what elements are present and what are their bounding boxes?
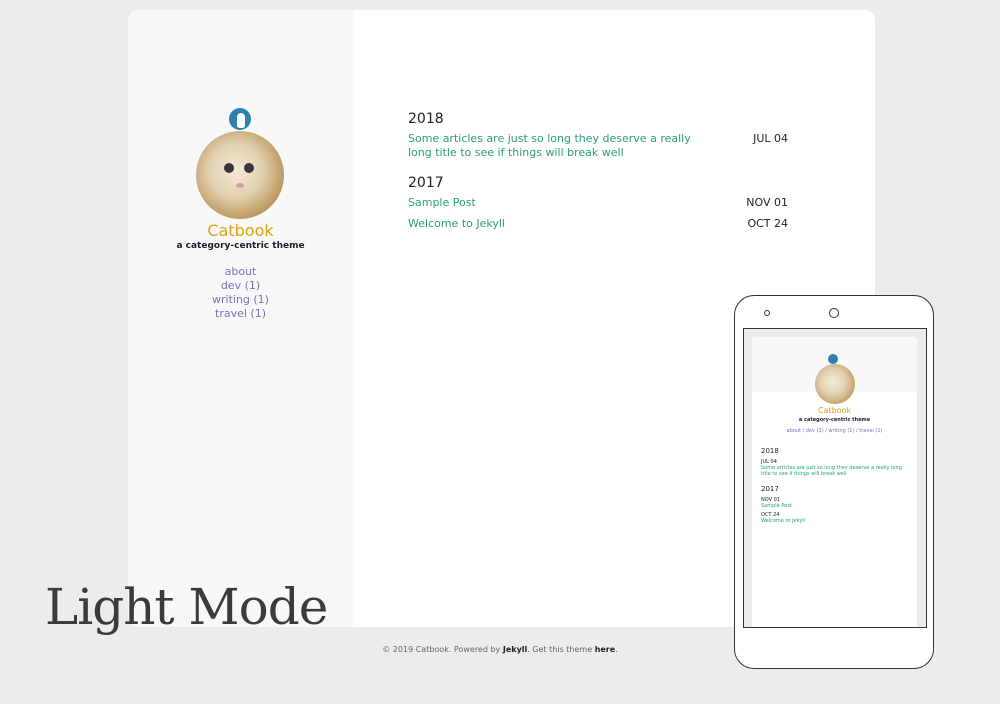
phone-sensor [764,310,770,316]
year-heading-2018: 2018 [408,111,444,127]
jekyll-link[interactable]: Jekyll [503,645,527,654]
footer-middle: . Get this theme [527,645,595,654]
mobile-post-title: Some articles are just so long they dese… [761,465,902,477]
cat-eye-right [244,163,254,173]
post-title-link[interactable]: Welcome to Jekyll [408,217,708,231]
mobile-nav: about / dev (1) / writing (1) / travel (… [786,428,883,434]
post-archive: 2018 Some articles are just so long they… [408,110,788,238]
mobile-cat-avatar [815,364,855,404]
nav-item-about[interactable]: about [128,265,353,279]
year-heading-2017: 2017 [408,175,444,191]
mobile-year-heading: 2017 [761,485,779,493]
post-date: NOV 01 [746,196,788,209]
cat-avatar[interactable] [196,131,284,219]
footer-end: . [615,645,618,654]
mobile-post-archive: 2018 JUL 04 Some articles are just so lo… [761,447,911,527]
site-title[interactable]: Catbook [128,221,353,240]
theme-link[interactable]: here [595,645,616,654]
post-row: Some articles are just so long they dese… [408,132,788,160]
mobile-site-tagline: a category-centric theme [798,417,871,423]
cat-nose [236,183,244,188]
phone-screen: Catbook a category-centric theme about /… [743,328,927,628]
mobile-post-title: Sample Post [761,503,792,509]
mobile-logo-mark-icon [828,354,838,364]
sidebar-nav: about dev (1) writing (1) travel (1) [128,265,353,321]
mobile-year-heading: 2018 [761,447,779,455]
phone-camera [829,308,839,318]
mobile-post-title: Welcome to Jekyll [761,518,806,524]
post-date: OCT 24 [747,217,788,230]
post-row: Welcome to Jekyll OCT 24 [408,217,788,231]
nav-item-dev[interactable]: dev (1) [128,279,353,293]
mobile-page-card: Catbook a category-centric theme about /… [752,337,917,627]
post-title-link[interactable]: Sample Post [408,196,708,210]
site-tagline: a category-centric theme [176,241,305,251]
post-title-link[interactable]: Some articles are just so long they dese… [408,132,708,160]
post-row: Sample Post NOV 01 [408,196,788,210]
logo-mark-icon [229,108,251,130]
mode-label: Light Mode [45,578,328,636]
sidebar: Catbook a category-centric theme about d… [128,10,353,627]
cat-eye-left [224,163,234,173]
nav-item-travel[interactable]: travel (1) [128,307,353,321]
mobile-site-title: Catbook [817,406,852,415]
nav-item-writing[interactable]: writing (1) [128,293,353,307]
post-date: JUL 04 [753,132,788,145]
phone-mockup: Catbook a category-centric theme about /… [734,295,934,669]
footer-copyright: © 2019 Catbook. Powered by [382,645,503,654]
